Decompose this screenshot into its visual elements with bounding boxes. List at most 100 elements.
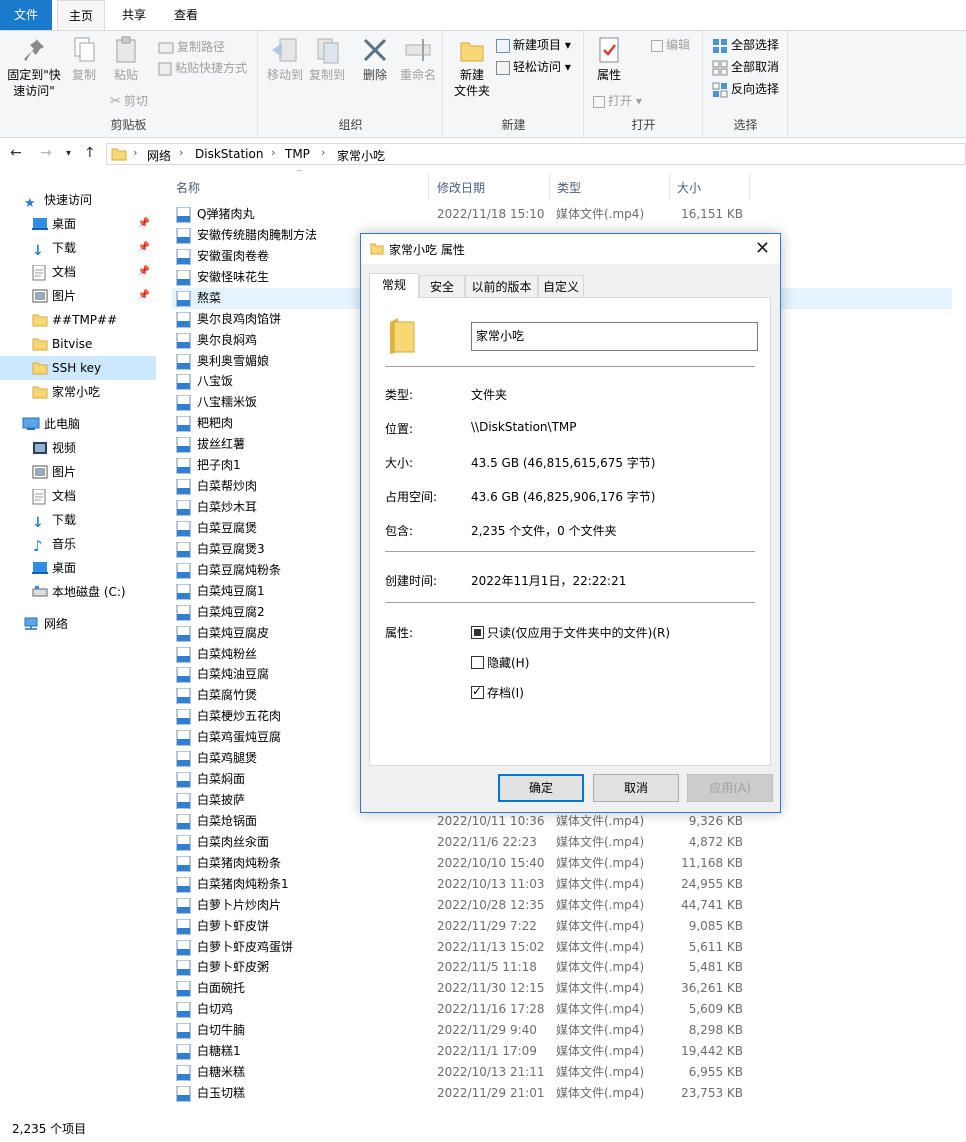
- nav-item-downloads-pc[interactable]: ↓ 下载: [0, 508, 156, 532]
- breadcrumb-diskstation[interactable]: DiskStation: [195, 147, 263, 161]
- nav-item-desktop-pc[interactable]: 桌面: [0, 556, 156, 580]
- back-arrow-icon[interactable]: ←: [10, 145, 22, 161]
- table-row[interactable]: 白菜猪肉炖粉条 2022/10/10 15:40 媒体文件(.mp4) 11,168 …: [172, 853, 952, 874]
- table-row[interactable]: 白切鸡 2022/11/16 17:28 媒体文件(.mp4) 5,609 KB: [172, 999, 952, 1020]
- nav-item-desktop[interactable]: 桌面 📌: [0, 212, 156, 236]
- checkbox-checked-icon: [471, 684, 484, 699]
- copy-button[interactable]: 复制: [66, 35, 102, 83]
- file-name: 白菜炖粉丝: [197, 646, 258, 661]
- nav-item-local-disk[interactable]: 本地磁盘 (C:): [0, 580, 156, 604]
- column-divider[interactable]: [669, 174, 670, 200]
- table-row[interactable]: 白糖米糕 2022/10/13 21:11 媒体文件(.mp4) 6,955 KB: [172, 1062, 952, 1083]
- table-row[interactable]: 白菜猪肉炖粉条1 2022/10/13 11:03 媒体文件(.mp4) 24,955…: [172, 874, 952, 895]
- nav-item-tmp[interactable]: ##TMP##: [0, 308, 156, 332]
- invert-selection-button[interactable]: 反向选择: [712, 79, 779, 99]
- tab-customize[interactable]: 自定义: [538, 275, 584, 297]
- easy-access-button[interactable]: 轻松访问 ▾: [496, 57, 571, 77]
- breadcrumb-network[interactable]: 网络: [147, 147, 171, 164]
- paste-shortcut-button[interactable]: 粘贴快捷方式: [158, 58, 247, 78]
- breadcrumb-tmp[interactable]: TMP: [285, 147, 310, 161]
- tab-general[interactable]: 常规: [369, 273, 419, 298]
- nav-item-downloads[interactable]: ↓ 下载 📌: [0, 236, 156, 260]
- select-none-button[interactable]: 全部取消: [712, 57, 779, 77]
- cancel-button[interactable]: 取消: [593, 774, 679, 802]
- table-row[interactable]: Q弹猪肉丸 2022/11/18 15:10 媒体文件(.mp4) 16,151 KB: [172, 204, 952, 225]
- archive-checkbox[interactable]: 存档(I): [471, 684, 524, 701]
- move-to-button[interactable]: 移动到: [265, 35, 305, 83]
- hidden-checkbox[interactable]: 隐藏(H): [471, 654, 529, 671]
- properties-button[interactable]: 属性: [591, 35, 627, 83]
- ok-button[interactable]: 确定: [498, 774, 584, 802]
- tab-previous-versions[interactable]: 以前的版本: [465, 275, 538, 297]
- column-divider[interactable]: [749, 174, 750, 200]
- table-row[interactable]: 白糖糕1 2022/11/1 17:09 媒体文件(.mp4) 19,442 KB: [172, 1041, 952, 1062]
- tab-file[interactable]: 文件: [0, 0, 52, 30]
- file-name: 白菜鸡蛋炖豆腐: [197, 730, 282, 745]
- select-all-button[interactable]: 全部选择: [712, 35, 779, 55]
- nav-item-pictures[interactable]: 图片 📌: [0, 284, 156, 308]
- column-size[interactable]: 大小: [677, 179, 701, 196]
- folder-name-input[interactable]: 家常小吃: [471, 322, 758, 351]
- column-name[interactable]: 名称: [176, 179, 200, 196]
- mp4-file-icon: [176, 646, 191, 663]
- tab-view[interactable]: 查看: [162, 0, 210, 30]
- nav-network[interactable]: 网络: [0, 612, 156, 636]
- copy-to-button[interactable]: 复制到: [307, 35, 347, 83]
- tab-share[interactable]: 共享: [110, 0, 158, 30]
- table-row[interactable]: 白菜炝锅面 2022/10/11 10:36 媒体文件(.mp4) 9,326 KB: [172, 811, 952, 832]
- up-arrow-icon[interactable]: ↑: [84, 145, 96, 161]
- delete-button[interactable]: 删除: [357, 35, 393, 83]
- column-date[interactable]: 修改日期: [437, 179, 485, 196]
- cut-button[interactable]: ✂ 剪切: [110, 91, 148, 111]
- tab-security[interactable]: 安全: [419, 275, 465, 297]
- table-row[interactable]: 白萝卜片炒肉片 2022/10/28 12:35 媒体文件(.mp4) 44,741 …: [172, 895, 952, 916]
- nav-item-music[interactable]: ♪ 音乐: [0, 532, 156, 556]
- copy-path-button[interactable]: 复制路径: [158, 37, 225, 57]
- nav-item-pictures-pc[interactable]: 图片: [0, 460, 156, 484]
- column-type[interactable]: 类型: [557, 179, 581, 196]
- nav-item-ssh-key[interactable]: SSH key: [0, 356, 156, 380]
- attributes-label: 属性:: [385, 626, 414, 640]
- table-row[interactable]: 白菜肉丝汆面 2022/11/6 22:23 媒体文件(.mp4) 4,872 KB: [172, 832, 952, 853]
- table-row[interactable]: 白萝卜虾皮粥 2022/11/5 11:18 媒体文件(.mp4) 5,481 KB: [172, 957, 952, 978]
- nav-item-current-folder[interactable]: 家常小吃: [0, 380, 156, 404]
- mp4-file-icon: [176, 520, 191, 537]
- column-divider[interactable]: [549, 174, 550, 200]
- file-size: 23,753 KB: [681, 1086, 743, 1101]
- edit-button[interactable]: 编辑: [651, 35, 690, 55]
- table-row[interactable]: 白面碗托 2022/11/30 12:15 媒体文件(.mp4) 36,261 KB: [172, 978, 952, 999]
- recent-chevron-down-icon[interactable]: ▾: [66, 148, 71, 159]
- table-row[interactable]: 白萝卜虾皮饼 2022/11/29 7:22 媒体文件(.mp4) 9,085 KB: [172, 916, 952, 937]
- address-box[interactable]: › 网络 › DiskStation › TMP › 家常小吃: [106, 143, 966, 165]
- table-row[interactable]: 白玉切糕 2022/11/29 21:01 媒体文件(.mp4) 23,753 KB: [172, 1083, 952, 1104]
- mp4-file-icon: [176, 793, 191, 810]
- column-divider[interactable]: [428, 174, 429, 200]
- open-button[interactable]: 打开 ▾: [593, 91, 642, 111]
- apply-button[interactable]: 应用(A): [687, 774, 773, 802]
- mp4-file-icon: [176, 960, 191, 977]
- table-row[interactable]: 白萝卜虾皮鸡蛋饼 2022/11/13 15:02 媒体文件(.mp4) 5,611 …: [172, 937, 952, 958]
- nav-quick-access[interactable]: ★ 快速访问: [0, 188, 156, 212]
- table-row[interactable]: 白切牛腩 2022/11/29 9:40 媒体文件(.mp4) 8,298 KB: [172, 1020, 952, 1041]
- pin-icon: [24, 39, 44, 61]
- nav-item-documents-pc[interactable]: 文档: [0, 484, 156, 508]
- nav-item-videos[interactable]: 视频: [0, 436, 156, 460]
- forward-arrow-icon[interactable]: →: [40, 145, 52, 161]
- close-icon[interactable]: ✕: [755, 238, 770, 259]
- disk-size-label: 占用空间:: [385, 490, 438, 504]
- breadcrumb-current[interactable]: 家常小吃: [337, 147, 385, 164]
- copy-label: 复制: [71, 68, 96, 82]
- new-group-title: 新建: [501, 118, 526, 132]
- paste-button[interactable]: 粘贴: [106, 35, 146, 83]
- nav-item-bitvise[interactable]: Bitvise: [0, 332, 156, 356]
- new-item-button[interactable]: 新建项目 ▾: [496, 35, 571, 55]
- rename-button[interactable]: 重命名: [397, 35, 439, 83]
- nav-item-documents[interactable]: 文档 📌: [0, 260, 156, 284]
- tab-home[interactable]: 主页: [57, 0, 105, 30]
- ribbon-tabs: 文件 主页 共享 查看: [0, 0, 966, 30]
- new-folder-button[interactable]: 新建 文件夹: [450, 35, 494, 99]
- dialog-titlebar[interactable]: 家常小吃 属性 ✕: [361, 234, 780, 264]
- readonly-checkbox[interactable]: 只读(仅应用于文件夹中的文件)(R): [471, 624, 670, 641]
- nav-this-pc[interactable]: 此电脑: [0, 412, 156, 436]
- pin-quick-access-button[interactable]: 固定到"快 速访问": [4, 35, 64, 99]
